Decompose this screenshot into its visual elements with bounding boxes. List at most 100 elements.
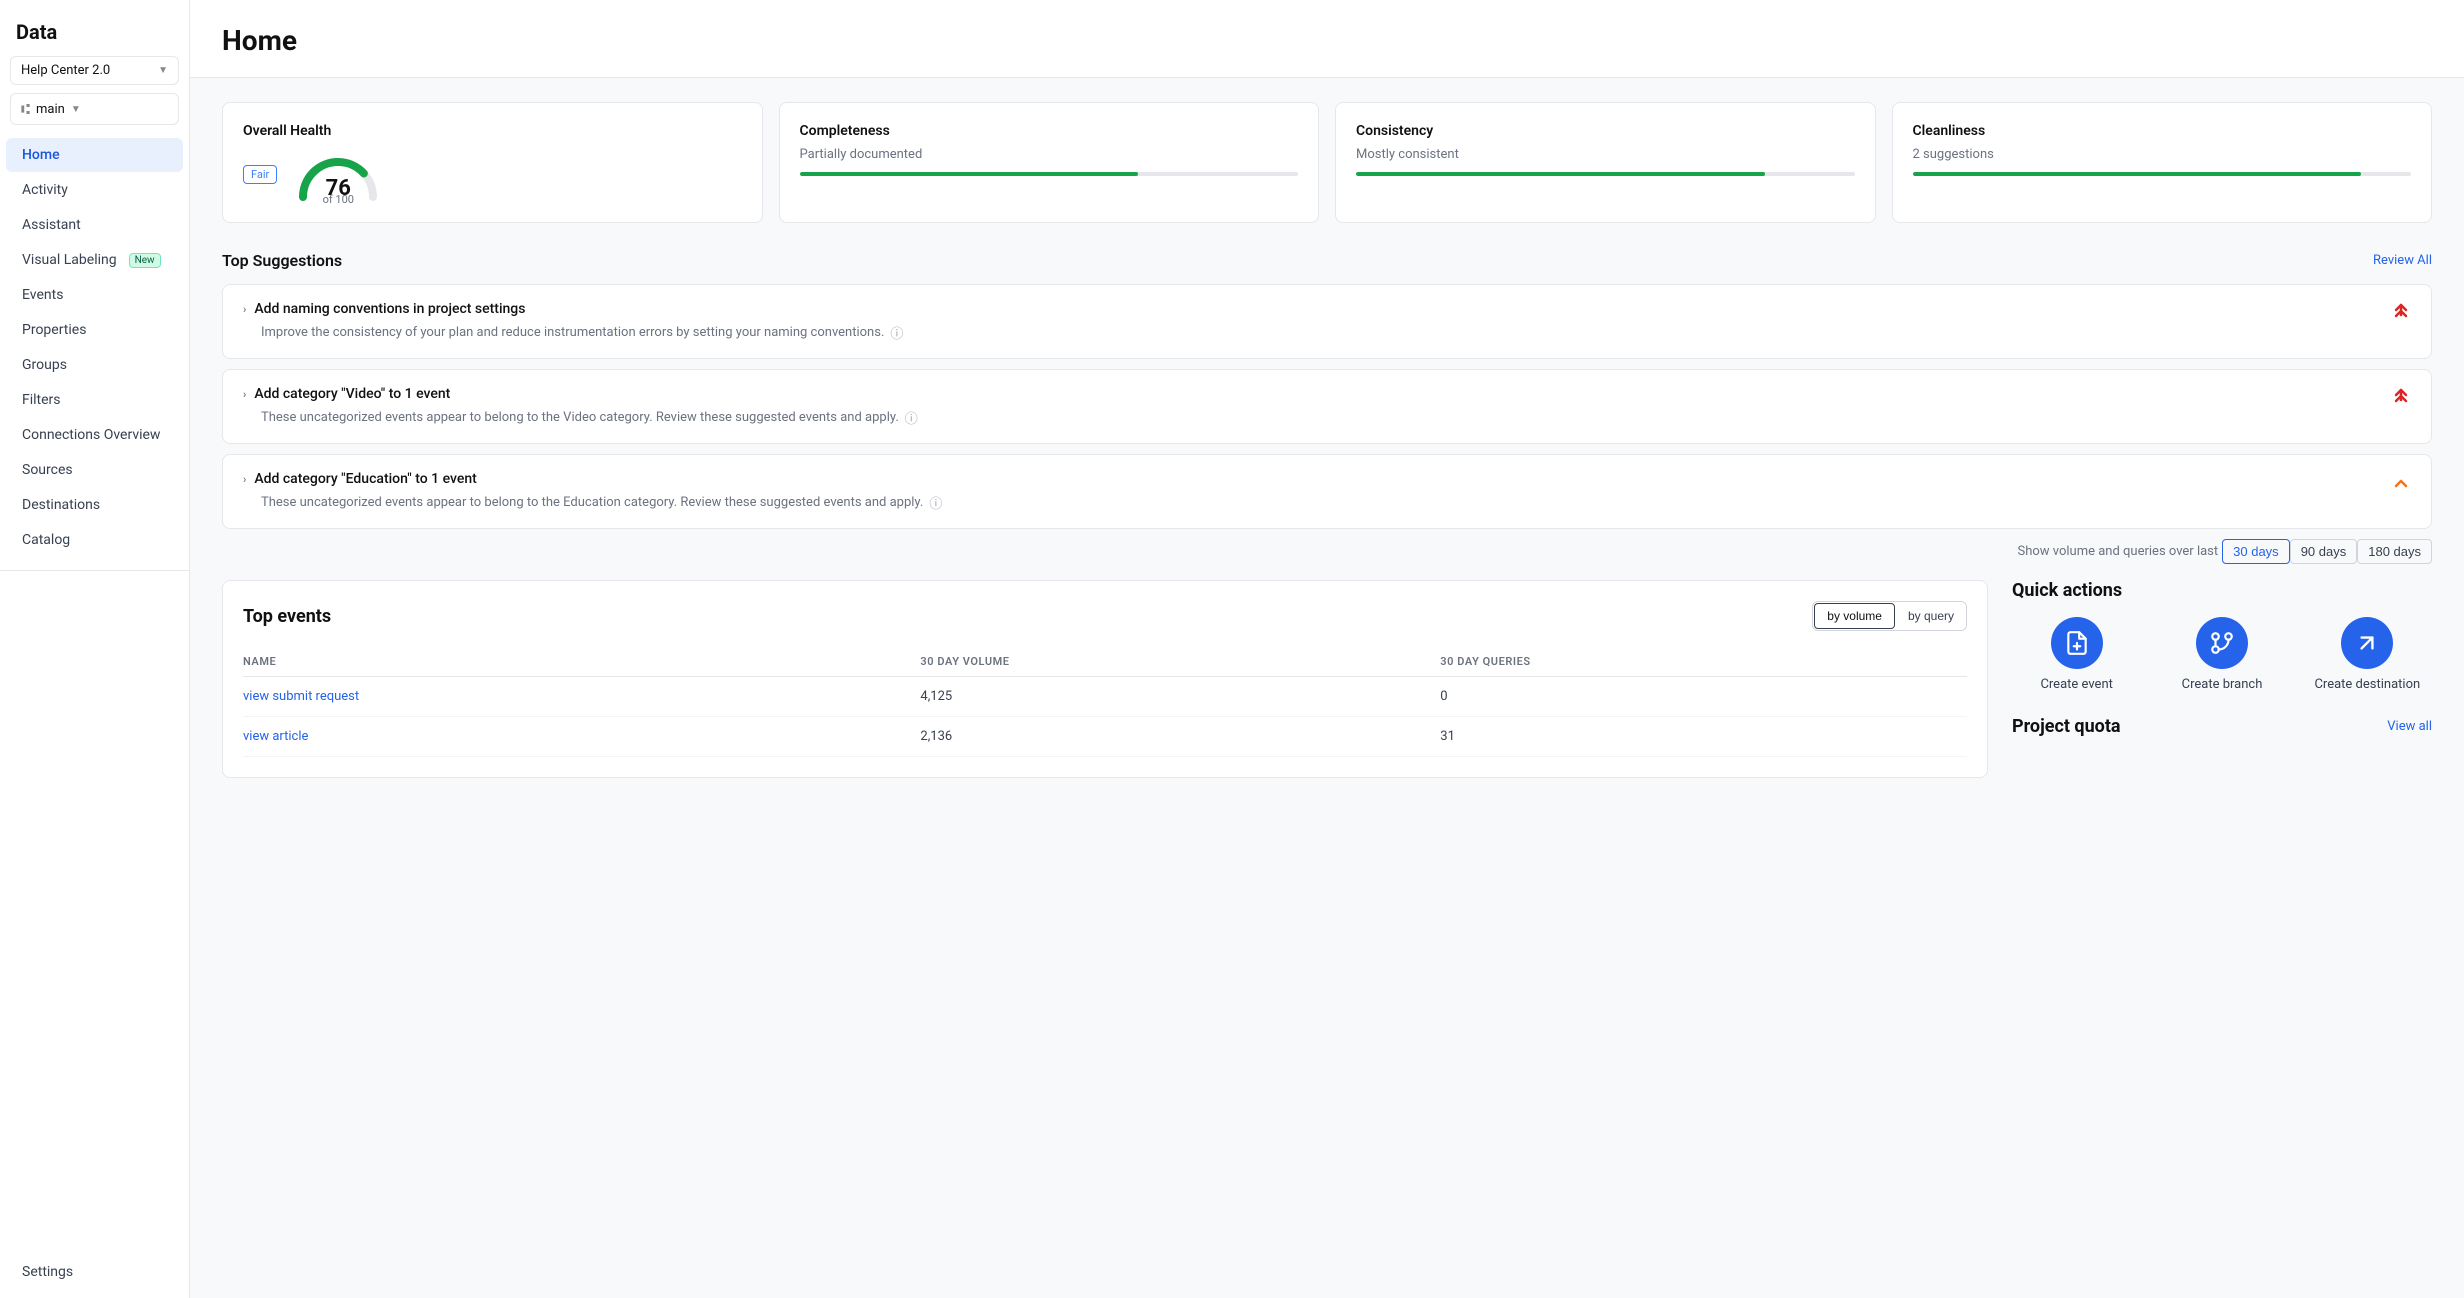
table-row: view article2,13631 bbox=[243, 717, 1967, 757]
quick-action-create-destination[interactable]: Create destination bbox=[2303, 617, 2432, 692]
time-filter-btn-90days[interactable]: 90 days bbox=[2290, 539, 2358, 564]
table-cell-name[interactable]: view submit request bbox=[243, 677, 920, 717]
page-title: Home bbox=[222, 24, 2432, 57]
suggestion-title-text: Add category "Education" to 1 event bbox=[254, 471, 476, 487]
table-cell-name[interactable]: view article bbox=[243, 717, 920, 757]
health-bar-fill bbox=[1913, 172, 2362, 176]
sidebar-item-visual-labeling[interactable]: Visual LabelingNew bbox=[6, 243, 183, 277]
expand-chevron-icon[interactable]: › bbox=[243, 473, 246, 486]
nav-divider bbox=[0, 570, 189, 571]
suggestion-card-suggestion-1: › Add naming conventions in project sett… bbox=[222, 284, 2432, 359]
view-toggle-by-query[interactable]: by query bbox=[1896, 602, 1966, 630]
branch-label: main bbox=[36, 102, 65, 117]
project-quota-header: Project quota View all bbox=[2012, 716, 2432, 737]
sidebar-item-groups[interactable]: Groups bbox=[6, 348, 183, 382]
top-events-section: Top events by volumeby query NAME30 DAY … bbox=[222, 580, 1988, 778]
suggestion-title-text: Add category "Video" to 1 event bbox=[254, 386, 450, 402]
quick-action-label-create-destination: Create destination bbox=[2314, 677, 2420, 692]
main-content: Home Overall Health Fair 76 of 100 Compl… bbox=[190, 0, 2464, 1298]
sidebar: Data Help Center 2.0 ▼ ⑆ main ▼ HomeActi… bbox=[0, 0, 190, 1298]
table-cell-queries: 31 bbox=[1440, 717, 1967, 757]
expand-chevron-icon[interactable]: › bbox=[243, 303, 246, 316]
workspace-chevron-icon: ▼ bbox=[158, 65, 168, 76]
sidebar-item-destinations[interactable]: Destinations bbox=[6, 488, 183, 522]
quick-actions-title: Quick actions bbox=[2012, 580, 2432, 601]
info-icon[interactable]: ⓘ bbox=[929, 493, 942, 512]
suggestions-list: › Add naming conventions in project sett… bbox=[222, 284, 2432, 529]
sidebar-item-assistant[interactable]: Assistant bbox=[6, 208, 183, 242]
health-bar bbox=[800, 172, 1299, 176]
nav-badge-visual-labeling: New bbox=[129, 253, 161, 268]
events-title: Top events bbox=[243, 606, 331, 627]
events-header: Top events by volumeby query bbox=[243, 601, 1967, 631]
bottom-grid: Top events by volumeby query NAME30 DAY … bbox=[222, 580, 2432, 778]
sidebar-item-properties[interactable]: Properties bbox=[6, 313, 183, 347]
suggestion-desc-text: These uncategorized events appear to bel… bbox=[261, 495, 923, 510]
events-col-2: 30 DAY QUERIES bbox=[1440, 647, 1967, 677]
health-bar bbox=[1356, 172, 1855, 176]
sidebar-item-settings[interactable]: Settings bbox=[6, 1255, 183, 1289]
sidebar-item-home[interactable]: Home bbox=[6, 138, 183, 172]
table-cell-volume: 2,136 bbox=[920, 717, 1440, 757]
workspace-selector[interactable]: Help Center 2.0 ▼ bbox=[10, 56, 179, 85]
main-body: Overall Health Fair 76 of 100 Completene… bbox=[190, 78, 2464, 802]
health-cards-grid: Overall Health Fair 76 of 100 Completene… bbox=[222, 102, 2432, 223]
quick-action-icon-create-event bbox=[2051, 617, 2103, 669]
info-icon[interactable]: ⓘ bbox=[905, 408, 918, 427]
events-col-0: NAME bbox=[243, 647, 920, 677]
suggestion-description: These uncategorized events appear to bel… bbox=[261, 493, 2411, 512]
gauge-container: 76 of 100 bbox=[293, 147, 383, 202]
time-filter-btn-180days[interactable]: 180 days bbox=[2357, 539, 2432, 564]
priority-icon bbox=[2391, 388, 2411, 411]
time-filter-label: Show volume and queries over last bbox=[2017, 544, 2218, 559]
suggestion-title: › Add category "Video" to 1 event bbox=[243, 386, 2411, 402]
page-header: Home bbox=[190, 0, 2464, 78]
health-card-overall-health: Overall Health Fair 76 of 100 bbox=[222, 102, 763, 223]
info-icon[interactable]: ⓘ bbox=[890, 323, 903, 342]
branch-chevron-icon: ▼ bbox=[71, 104, 81, 115]
time-filter-buttons: 30 days90 days180 days bbox=[2222, 539, 2432, 564]
suggestion-description: Improve the consistency of your plan and… bbox=[261, 323, 2411, 342]
quick-actions-grid: Create event Create branch Create destin… bbox=[2012, 617, 2432, 692]
sidebar-bottom: Settings bbox=[0, 1246, 189, 1298]
health-card-subtitle: 2 suggestions bbox=[1913, 147, 2412, 162]
sidebar-item-events[interactable]: Events bbox=[6, 278, 183, 312]
sidebar-item-filters[interactable]: Filters bbox=[6, 383, 183, 417]
gauge-of-label: of 100 bbox=[323, 193, 354, 206]
sidebar-item-connections-overview[interactable]: Connections Overview bbox=[6, 418, 183, 452]
sidebar-item-catalog[interactable]: Catalog bbox=[6, 523, 183, 557]
health-card-title: Cleanliness bbox=[1913, 123, 2412, 139]
events-col-1: 30 DAY VOLUME bbox=[920, 647, 1440, 677]
table-cell-queries: 0 bbox=[1440, 677, 1967, 717]
health-card-title: Overall Health bbox=[243, 123, 742, 139]
branch-selector[interactable]: ⑆ main ▼ bbox=[10, 93, 179, 125]
suggestion-title: › Add category "Education" to 1 event bbox=[243, 471, 2411, 487]
project-quota-title: Project quota bbox=[2012, 716, 2121, 737]
quick-action-create-event[interactable]: Create event bbox=[2012, 617, 2141, 692]
events-table: NAME30 DAY VOLUME30 DAY QUERIES view sub… bbox=[243, 647, 1967, 757]
sidebar-item-sources[interactable]: Sources bbox=[6, 453, 183, 487]
app-logo: Data bbox=[0, 0, 189, 56]
health-bar bbox=[1913, 172, 2412, 176]
view-all-link[interactable]: View all bbox=[2387, 719, 2432, 734]
priority-icon bbox=[2391, 303, 2411, 326]
nav-list: HomeActivityAssistantVisual LabelingNewE… bbox=[0, 137, 189, 558]
quick-action-create-branch[interactable]: Create branch bbox=[2157, 617, 2286, 692]
view-toggle-by-volume[interactable]: by volume bbox=[1814, 603, 1895, 629]
fair-badge: Fair bbox=[243, 165, 277, 184]
health-card-completeness: Completeness Partially documented bbox=[779, 102, 1320, 223]
suggestion-title: › Add naming conventions in project sett… bbox=[243, 301, 2411, 317]
table-row: view submit request4,1250 bbox=[243, 677, 1967, 717]
suggestion-description: These uncategorized events appear to bel… bbox=[261, 408, 2411, 427]
right-panel: Quick actions Create event Create branch… bbox=[2012, 580, 2432, 778]
table-cell-volume: 4,125 bbox=[920, 677, 1440, 717]
review-all-link[interactable]: Review All bbox=[2373, 253, 2432, 268]
health-bar-fill bbox=[800, 172, 1139, 176]
sidebar-item-activity[interactable]: Activity bbox=[6, 173, 183, 207]
time-filter-btn-30days[interactable]: 30 days bbox=[2222, 539, 2290, 564]
suggestions-section-header: Top Suggestions Review All bbox=[222, 251, 2432, 270]
priority-icon bbox=[2391, 473, 2411, 496]
health-bar-fill bbox=[1356, 172, 1765, 176]
suggestion-card-suggestion-2: › Add category "Video" to 1 event These … bbox=[222, 369, 2432, 444]
expand-chevron-icon[interactable]: › bbox=[243, 388, 246, 401]
